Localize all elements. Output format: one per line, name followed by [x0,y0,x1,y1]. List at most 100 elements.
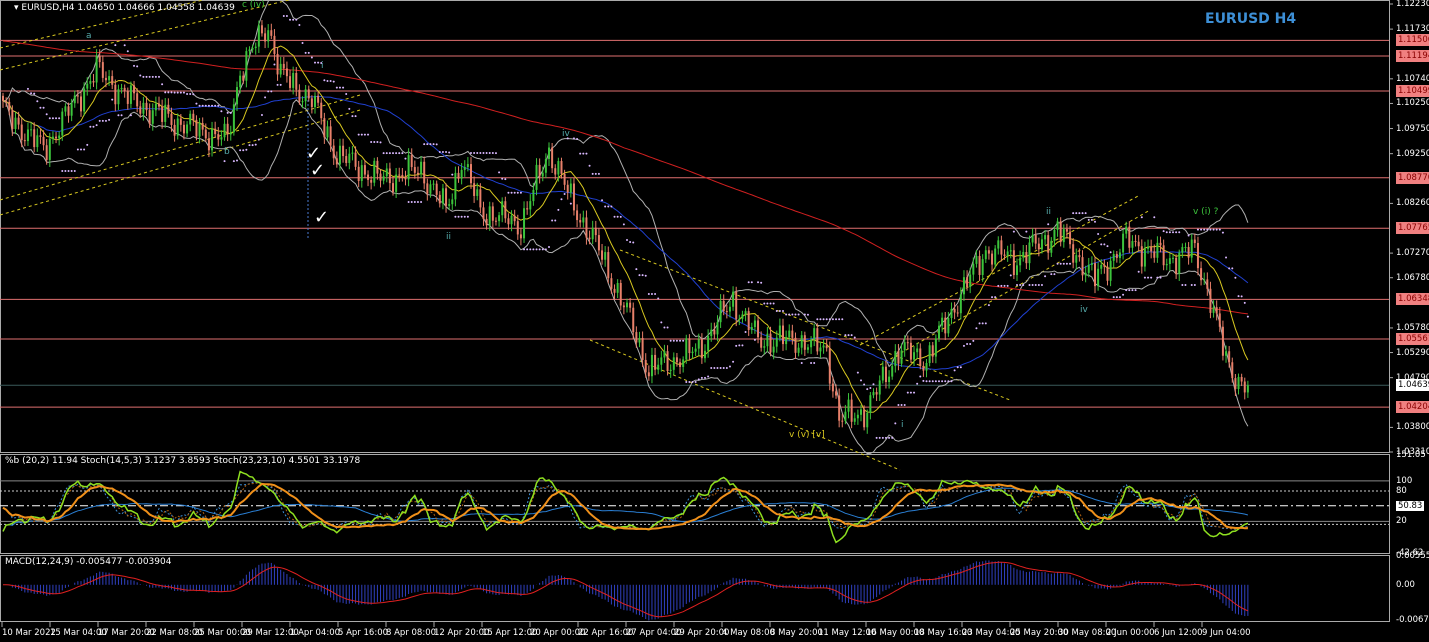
parabolic-sar-dot [682,339,685,342]
candle [92,74,95,87]
parabolic-sar-dot [688,380,691,383]
candle [1044,230,1047,246]
parabolic-sar-dot [145,75,148,78]
candle-body [1075,255,1078,263]
candle [416,166,419,182]
candle-body [641,337,644,360]
candle-body [735,291,738,320]
parabolic-sar-dot [897,404,900,407]
candle [441,183,444,210]
candle-body [1221,326,1224,356]
candle [978,250,981,282]
candle-body [975,255,978,264]
parabolic-sar-dot [1147,276,1150,279]
candle-body [257,25,260,47]
candle-body [1190,239,1193,258]
parabolic-sar-dot [738,344,741,347]
candle [1184,242,1187,253]
candle-body [1137,241,1140,247]
candle [357,160,360,188]
candle-body [410,155,413,168]
parabolic-sar-dot [604,205,607,208]
candle-body [529,201,532,210]
candle-body [123,87,126,91]
candle-body [1231,362,1234,379]
parabolic-sar-dot [1134,289,1137,292]
macd-tick-label: 0.00 [1396,579,1415,590]
parabolic-sar-dot [775,310,778,313]
parabolic-sar-dot [850,334,853,337]
candle-body [226,123,229,135]
parabolic-sar-dot [217,104,220,107]
candle-body [289,76,292,88]
chart-canvas[interactable] [0,0,1429,642]
candle [8,97,11,116]
candle [682,356,685,373]
candle [884,360,887,389]
candle-body [86,83,89,89]
parabolic-sar-dot [704,376,706,379]
candle [607,246,610,284]
candle [828,341,831,391]
parabolic-sar-dot [966,343,969,346]
candle-body [675,357,678,363]
parabolic-sar-dot [535,248,538,251]
candle-body [541,172,544,177]
candle-body [654,354,657,370]
parabolic-sar-dot [947,380,950,383]
parabolic-sar-dot [1162,230,1165,233]
candle [304,84,307,108]
candle [897,344,900,371]
parabolic-sar-dot [934,380,937,383]
candle [669,364,672,378]
candle [619,279,622,311]
candle [111,70,114,90]
candle-body [632,307,635,333]
parabolic-sar-dot [80,148,82,151]
candle [1028,235,1031,271]
candle [186,121,189,138]
candle [220,130,223,146]
candle [192,109,195,126]
wave-label: ii [1046,207,1052,217]
parabolic-sar-dot [1006,284,1009,287]
candle [1150,239,1153,259]
candle-body [335,158,338,165]
candle-body [788,330,791,338]
candle-body [454,172,457,200]
candle [1246,380,1249,398]
candle-body [108,76,111,81]
candle [629,297,632,313]
level-tag: 1.04204 [1396,401,1429,414]
candle [679,358,682,374]
candle [956,305,959,317]
parabolic-sar-dot [616,215,619,218]
parabolic-sar-dot [1040,283,1043,286]
candle-body [273,35,276,54]
candle [654,347,657,376]
candle [126,87,129,110]
candle-body [73,95,76,104]
candle-body [660,357,663,365]
parabolic-sar-dot [785,313,788,316]
candle-body [619,282,622,306]
candle-body [585,217,588,238]
candle-body [838,395,841,421]
parabolic-sar-dot [220,110,223,113]
candle [338,138,341,171]
candle-body [161,106,164,122]
candle [869,391,872,420]
candle [962,270,965,302]
price-tick-label: 1.06780 [1396,272,1429,283]
candle-body [151,110,154,124]
candle-body [104,77,107,81]
candle-body [785,337,788,345]
candle [161,99,164,129]
candle-body [154,103,157,111]
parabolic-sar-dot [1218,228,1221,231]
parabolic-sar-dot [1122,293,1125,296]
candle [80,90,82,117]
candle [806,344,809,354]
parabolic-sar-dot [257,138,260,141]
candle-body [17,117,20,125]
